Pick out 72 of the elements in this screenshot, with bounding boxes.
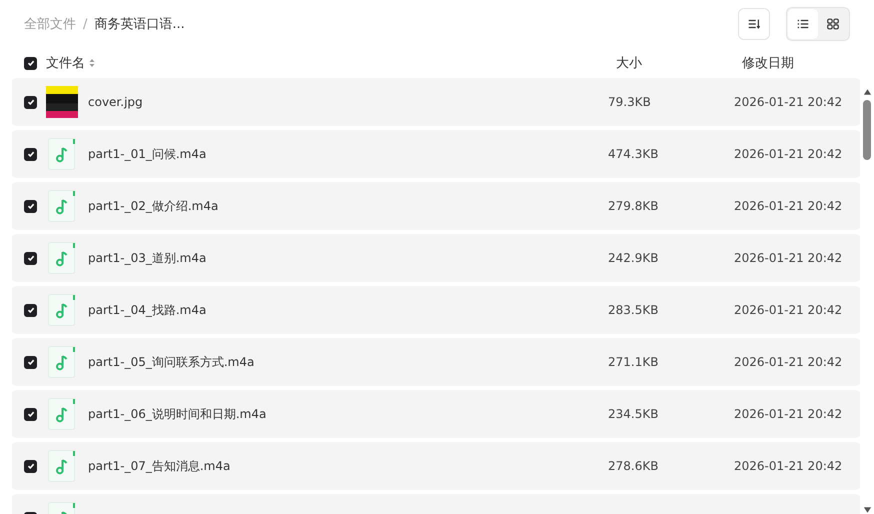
file-size: 283.5KB — [608, 303, 660, 317]
checkbox[interactable] — [24, 252, 37, 264]
sort-icon — [747, 17, 761, 31]
checkmark-icon — [26, 149, 36, 159]
file-size: 474.3KB — [608, 147, 660, 161]
file-size: 278.6KB — [608, 459, 660, 473]
checkbox[interactable] — [24, 148, 37, 160]
modified-date: 2026-01-21 20:42 — [734, 459, 844, 473]
checkmark-icon — [26, 253, 36, 263]
list-view-button[interactable] — [788, 9, 818, 39]
scrollbar-thumb[interactable] — [863, 100, 871, 160]
scroll-up-icon[interactable] — [862, 88, 872, 96]
checkmark-icon — [26, 97, 36, 107]
checkbox[interactable] — [24, 96, 37, 108]
column-header: 大小 — [615, 55, 643, 72]
music-file-icon — [48, 398, 76, 430]
list-icon — [796, 17, 810, 31]
checkmark-icon — [26, 357, 36, 367]
column-header[interactable]: 文件名 — [46, 54, 612, 72]
breadcrumb-separator: / — [83, 16, 88, 32]
checkmark-icon — [26, 461, 36, 471]
sort-arrows-icon — [89, 58, 95, 68]
checkbox[interactable] — [24, 304, 37, 316]
music-file-icon — [48, 346, 76, 378]
file-row[interactable]: part1-_04_找路.m4a 283.5KB 2026-01-21 20:42 — [12, 286, 860, 334]
checkmark-icon — [26, 305, 36, 315]
music-file-icon — [48, 450, 76, 482]
checkbox[interactable] — [24, 56, 37, 70]
file-name: cover.jpg — [88, 95, 144, 109]
file-row[interactable]: part1-_02_做介绍.m4a 279.8KB 2026-01-21 20:42 — [12, 182, 860, 230]
checkbox[interactable] — [24, 356, 37, 368]
file-row[interactable]: cover.jpg 79.3KB 2026-01-21 20:42 — [12, 78, 860, 126]
file-row[interactable]: part1-_01_问候.m4a 474.3KB 2026-01-21 20:42 — [12, 130, 860, 178]
checkbox[interactable] — [24, 408, 37, 420]
music-file-icon — [48, 138, 76, 170]
breadcrumb-link[interactable]: 商务英语口语... — [94, 15, 185, 33]
checkmark-icon — [26, 58, 36, 68]
file-size: 242.9KB — [608, 251, 660, 265]
file-name: part1-_02_做介绍.m4a — [88, 198, 220, 214]
file-name: part1-_01_问候.m4a — [88, 146, 208, 162]
music-file-icon — [48, 294, 76, 326]
file-size: 271.1KB — [608, 355, 660, 369]
file-row[interactable]: part1-_03_道别.m4a 242.9KB 2026-01-21 20:42 — [12, 234, 860, 282]
file-name: part1-_04_找路.m4a — [88, 302, 208, 318]
modified-date: 2026-01-21 20:42 — [734, 95, 844, 109]
music-file-icon — [48, 242, 76, 274]
modified-date: 2026-01-21 20:42 — [734, 355, 844, 369]
file-name: part1-_05_询问联系方式.m4a — [88, 354, 256, 370]
file-size: 234.5KB — [608, 407, 660, 421]
checkmark-icon — [26, 409, 36, 419]
file-name: part1-_03_道别.m4a — [88, 250, 208, 266]
modified-date: 2026-01-21 20:42 — [734, 251, 844, 265]
music-file-icon — [48, 190, 76, 222]
modified-date: 2026-01-21 20:42 — [734, 199, 844, 213]
column-header: 修改日期 — [741, 55, 795, 72]
scroll-down-icon[interactable] — [862, 506, 872, 514]
file-name: part1-_07_告知消息.m4a — [88, 458, 232, 474]
checkbox[interactable] — [24, 200, 37, 212]
file-size: 79.3KB — [608, 95, 652, 109]
checkmark-icon — [26, 201, 36, 211]
sort-button[interactable] — [738, 8, 770, 40]
file-size: 279.8KB — [608, 199, 660, 213]
modified-date: 2026-01-21 20:42 — [734, 303, 844, 317]
file-row[interactable]: part1-_06_说明时间和日期.m4a 234.5KB 2026-01-21 20:42 — [12, 390, 860, 438]
checkbox[interactable] — [24, 460, 37, 472]
modified-date: 2026-01-21 20:42 — [734, 407, 844, 421]
file-row[interactable]: part1-_07_告知消息.m4a 278.6KB 2026-01-21 20:42 — [12, 442, 860, 490]
file-name: part1-_06_说明时间和日期.m4a — [88, 406, 268, 422]
grid-icon — [826, 17, 840, 31]
photo-placeholder — [46, 86, 78, 118]
modified-date: 2026-01-21 20:42 — [734, 147, 844, 161]
file-row[interactable]: part1-_05_询问联系方式.m4a 271.1KB 2026-01-21 20:42 — [12, 338, 860, 386]
